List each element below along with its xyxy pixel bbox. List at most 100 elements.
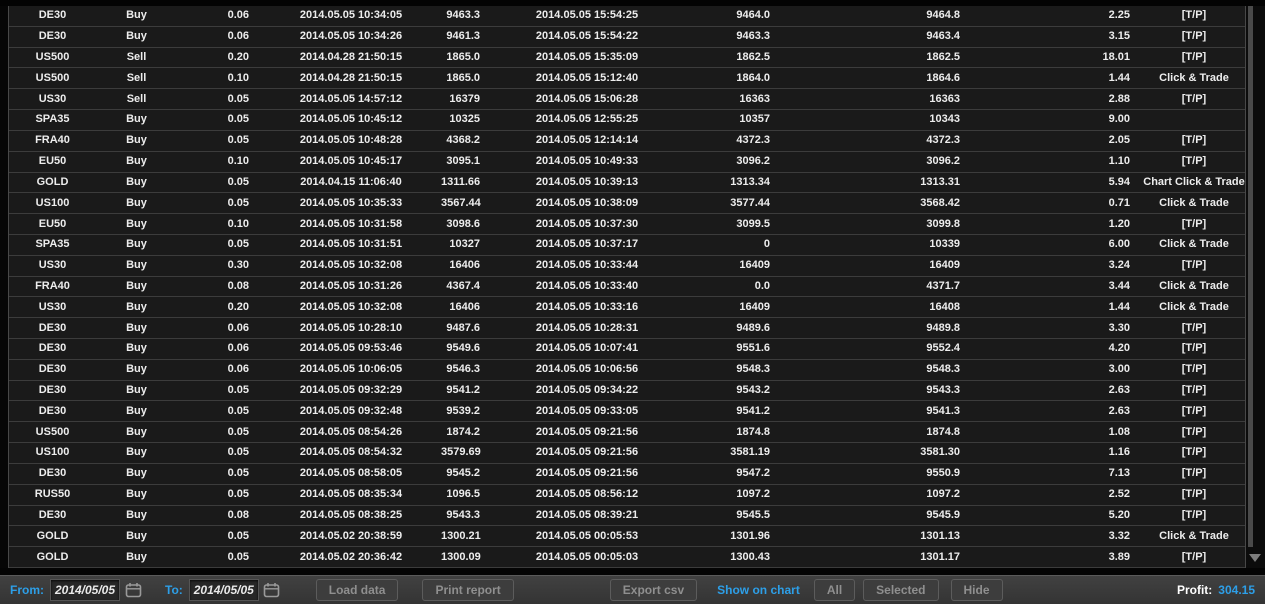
- table-row[interactable]: DE30 Buy 0.06 2014.05.05 10:06:05 9546.3…: [9, 359, 1245, 381]
- table-row[interactable]: US500 Sell 0.10 2014.04.28 21:50:15 1865…: [9, 68, 1245, 90]
- scrollbar-down-button[interactable]: [1247, 551, 1263, 565]
- cell-open-price: 3095.1: [446, 155, 480, 168]
- cell-volume: 0.06: [227, 30, 249, 43]
- from-date-input[interactable]: [50, 579, 120, 601]
- table-row[interactable]: EU50 Buy 0.10 2014.05.05 10:31:58 3098.6…: [9, 214, 1245, 235]
- cell-symbol: GOLD: [36, 550, 69, 563]
- calendar-icon: [125, 583, 141, 598]
- load-data-button[interactable]: Load data: [315, 579, 399, 601]
- cell-volume: 0.05: [227, 384, 249, 397]
- to-calendar-button[interactable]: [262, 580, 282, 600]
- cell-open-price: 16406: [449, 259, 480, 272]
- cell-side: Buy: [126, 342, 147, 355]
- cell-volume: 0.05: [227, 92, 249, 105]
- table-row[interactable]: FRA40 Buy 0.08 2014.05.05 10:31:26 4367.…: [9, 276, 1245, 298]
- from-calendar-button[interactable]: [123, 580, 143, 600]
- table-row[interactable]: GOLD Buy 0.05 2014.05.02 20:36:42 1300.0…: [9, 547, 1245, 568]
- cell-profit: 9.00: [1108, 113, 1130, 126]
- cell-profit: 2.63: [1108, 404, 1130, 417]
- cell-method: [T/P]: [1181, 363, 1207, 376]
- cell-method: [T/P]: [1181, 508, 1207, 521]
- cell-open-price: 1874.2: [446, 425, 480, 438]
- cell-current-price: 9541.3: [926, 404, 960, 417]
- cell-profit: 18.01: [1102, 51, 1130, 64]
- table-row[interactable]: DE30 Buy 0.05 2014.05.05 09:32:29 9541.2…: [9, 380, 1245, 402]
- print-report-button[interactable]: Print report: [422, 579, 514, 601]
- cell-current-price: 3099.8: [926, 217, 960, 230]
- cell-side: Buy: [126, 404, 147, 417]
- scrollbar-thumb[interactable]: [1248, 6, 1253, 547]
- table-row[interactable]: SPA35 Buy 0.05 2014.05.05 10:31:51 10327…: [9, 234, 1245, 256]
- cell-open-time: 2014.05.02 20:36:42: [299, 550, 403, 563]
- cell-method: Click & Trade: [1159, 529, 1229, 542]
- cell-profit: 4.20: [1108, 342, 1130, 355]
- cell-profit: 3.30: [1108, 321, 1130, 334]
- cell-side: Buy: [126, 279, 147, 292]
- hide-button[interactable]: Hide: [950, 579, 1003, 601]
- cell-side: Buy: [126, 134, 147, 147]
- table-row[interactable]: EU50 Buy 0.10 2014.05.05 10:45:17 3095.1…: [9, 151, 1245, 173]
- history-toolbar: From: To: Load data Print report Export …: [0, 575, 1265, 604]
- cell-side: Sell: [126, 51, 147, 64]
- cell-volume: 0.30: [227, 259, 249, 272]
- cell-symbol: DE30: [38, 9, 67, 22]
- cell-open-time: 2014.05.05 08:58:05: [299, 467, 403, 480]
- show-selected-button[interactable]: Selected: [863, 579, 939, 601]
- cell-close-price: 3099.5: [736, 217, 770, 230]
- vertical-scrollbar[interactable]: [1246, 6, 1265, 568]
- cell-volume: 0.05: [227, 134, 249, 147]
- cell-open-price: 16406: [449, 300, 480, 313]
- cell-current-price: 3568.42: [920, 196, 960, 209]
- table-row[interactable]: DE30 Buy 0.06 2014.05.05 10:34:26 9461.3…: [9, 26, 1245, 48]
- cell-open-price: 4367.4: [446, 279, 480, 292]
- table-row[interactable]: US30 Buy 0.20 2014.05.05 10:32:08 16406 …: [9, 297, 1245, 319]
- table-row[interactable]: US100 Buy 0.05 2014.05.05 10:35:33 3567.…: [9, 193, 1245, 215]
- show-all-button[interactable]: All: [813, 579, 856, 601]
- table-row[interactable]: US500 Buy 0.05 2014.05.05 08:54:26 1874.…: [9, 422, 1245, 444]
- table-row[interactable]: DE30 Buy 0.06 2014.05.05 10:34:05 9463.3…: [9, 6, 1245, 27]
- cell-profit: 1.44: [1108, 71, 1130, 84]
- table-row[interactable]: US500 Sell 0.20 2014.04.28 21:50:15 1865…: [9, 47, 1245, 69]
- cell-method: [T/P]: [1181, 384, 1207, 397]
- table-row[interactable]: FRA40 Buy 0.05 2014.05.05 10:48:28 4368.…: [9, 130, 1245, 152]
- cell-close-price: 3577.44: [730, 196, 770, 209]
- table-row[interactable]: RUS50 Buy 0.05 2014.05.05 08:35:34 1096.…: [9, 484, 1245, 506]
- table-row[interactable]: DE30 Buy 0.05 2014.05.05 09:32:48 9539.2…: [9, 401, 1245, 423]
- cell-side: Buy: [126, 9, 147, 22]
- table-row[interactable]: DE30 Buy 0.06 2014.05.05 10:28:10 9487.6…: [9, 318, 1245, 339]
- table-row[interactable]: US100 Buy 0.05 2014.05.05 08:54:32 3579.…: [9, 443, 1245, 464]
- table-row[interactable]: US30 Buy 0.30 2014.05.05 10:32:08 16406 …: [9, 255, 1245, 277]
- table-row[interactable]: DE30 Buy 0.06 2014.05.05 09:53:46 9549.6…: [9, 339, 1245, 360]
- export-csv-button[interactable]: Export csv: [609, 579, 698, 601]
- cell-close-time: 2014.05.05 00:05:53: [535, 529, 639, 542]
- cell-open-price: 9541.2: [446, 384, 480, 397]
- cell-open-time: 2014.05.05 10:32:08: [299, 259, 403, 272]
- cell-profit: 1.44: [1108, 300, 1130, 313]
- table-row[interactable]: GOLD Buy 0.05 2014.04.15 11:06:40 1311.6…: [9, 172, 1245, 194]
- cell-profit: 7.13: [1108, 467, 1130, 480]
- cell-volume: 0.10: [227, 71, 249, 84]
- cell-current-price: 9548.3: [926, 363, 960, 376]
- cell-volume: 0.05: [227, 529, 249, 542]
- calendar-icon: [263, 583, 280, 598]
- cell-side: Sell: [126, 92, 147, 105]
- cell-symbol: US500: [35, 425, 70, 438]
- table-row[interactable]: GOLD Buy 0.05 2014.05.02 20:38:59 1300.2…: [9, 526, 1245, 548]
- cell-open-time: 2014.05.05 10:31:51: [299, 238, 403, 251]
- table-row[interactable]: US30 Sell 0.05 2014.05.05 14:57:12 16379…: [9, 89, 1245, 111]
- cell-close-price: 9541.2: [736, 404, 770, 417]
- cell-side: Buy: [126, 488, 147, 501]
- table-row[interactable]: SPA35 Buy 0.05 2014.05.05 10:45:12 10325…: [9, 110, 1245, 131]
- cell-symbol: GOLD: [36, 529, 69, 542]
- cell-open-price: 1300.09: [441, 550, 481, 563]
- table-row[interactable]: DE30 Buy 0.08 2014.05.05 08:38:25 9543.3…: [9, 505, 1245, 527]
- table-row[interactable]: DE30 Buy 0.05 2014.05.05 08:58:05 9545.2…: [9, 463, 1245, 485]
- cell-close-time: 2014.05.05 15:54:22: [535, 30, 639, 43]
- cell-volume: 0.05: [227, 425, 249, 438]
- to-date-input[interactable]: [188, 579, 259, 601]
- cell-current-price: 1097.2: [926, 488, 960, 501]
- cell-current-price: 1864.6: [926, 71, 960, 84]
- cell-profit: 2.52: [1108, 488, 1130, 501]
- cell-close-time: 2014.05.05 10:28:31: [535, 321, 639, 334]
- cell-open-price: 10327: [449, 238, 480, 251]
